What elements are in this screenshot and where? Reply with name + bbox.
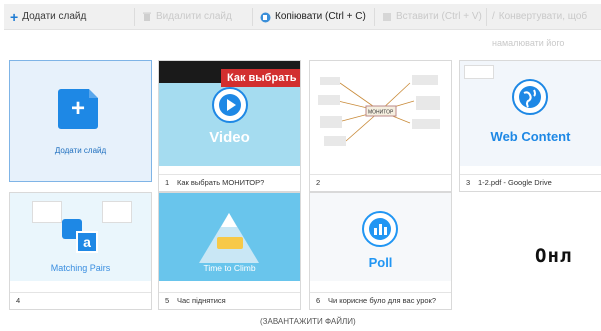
card-left (32, 201, 62, 223)
card-right (102, 201, 132, 223)
slide-thumbnail: Time to Climb (159, 193, 300, 281)
slide-thumbnail: Poll (310, 193, 451, 281)
delete-slide-label: Видалити слайд (156, 11, 232, 22)
slide-caption: 4 (10, 292, 151, 309)
plus-icon: + (10, 9, 19, 25)
mindmap-diagram: МОНИТОР (318, 75, 440, 146)
letter-a-icon: a (76, 231, 98, 253)
slide-caption: 1 Как выбрать МОНИТОР? (159, 174, 300, 191)
slide-tile-time-to-climb[interactable]: Time to Climb 5 Час піднятися (158, 192, 301, 310)
add-document-icon: + (58, 89, 98, 129)
delete-slide-button[interactable]: Видалити слайд (142, 8, 232, 26)
slide-caption: 5 Час піднятися (159, 292, 300, 309)
convert-button[interactable]: / Конвертувати, щоб (492, 8, 587, 26)
slide-tile-mindmap[interactable]: МОНИТОР 2 (309, 60, 452, 192)
slide-caption: 2 (310, 174, 451, 191)
pencil-icon: / (492, 11, 495, 22)
toolbar-divider (374, 8, 375, 26)
slide-tile-poll[interactable]: Poll 6 Чи корисне було для вас урок? (309, 192, 452, 310)
add-slide-tile[interactable]: + Додати слайд (9, 60, 152, 182)
convert-sublabel: намалювати його (492, 38, 565, 48)
slide-title: Video (209, 129, 250, 146)
copy-icon (260, 12, 271, 22)
slide-tile-matching-pairs[interactable]: a Matching Pairs 4 (9, 192, 152, 310)
slide-thumbnail: a Matching Pairs (10, 193, 151, 281)
paste-icon (383, 13, 391, 21)
web-preview-card (464, 65, 494, 79)
slide-caption: 3 1-2.pdf - Google Drive (460, 174, 601, 191)
upload-files-link[interactable]: (ЗАВАНТАЖИТИ ФАЙЛИ) (260, 317, 356, 326)
convert-label: Конвертувати, щоб (498, 11, 588, 22)
slide-tile-video[interactable]: Как выбрать Video 1 Как выбрать МОНИТОР? (158, 60, 301, 192)
slide-caption: 6 Чи корисне було для вас урок? (310, 292, 451, 309)
video-banner: Как выбрать (221, 69, 300, 87)
slide-thumbnail: МОНИТОР (310, 61, 451, 166)
paste-button[interactable]: Вставити (Ctrl + V) (382, 8, 482, 26)
poll-chart-icon (362, 211, 398, 247)
add-slide-tile-label: Додати слайд (54, 146, 107, 155)
globe-icon (512, 79, 548, 115)
paste-label: Вставити (Ctrl + V) (396, 11, 482, 22)
mindmap-center-label: МОНИТОР (368, 110, 394, 116)
copy-button[interactable]: Копіювати (Ctrl + C) (260, 8, 366, 26)
toolbar-divider (252, 8, 253, 26)
slide-thumbnail: Web Content (460, 61, 601, 166)
slide-title: Time to Climb (203, 263, 256, 273)
side-text: Онл (535, 245, 573, 267)
slide-title: Matching Pairs (50, 263, 111, 273)
toolbar-divider (134, 8, 135, 26)
slide-thumbnail: Как выбрать Video (159, 61, 300, 166)
play-icon (212, 87, 248, 123)
toolbar-divider (486, 8, 487, 26)
slide-tile-web-content[interactable]: Web Content 3 1-2.pdf - Google Drive (459, 60, 601, 192)
toolbar: + Додати слайд Видалити слайд Копіювати … (4, 4, 601, 30)
slide-title: Web Content (490, 129, 571, 144)
slide-title: Poll (368, 255, 393, 270)
trash-icon (143, 12, 151, 21)
copy-label: Копіювати (Ctrl + C) (275, 11, 366, 22)
add-slide-label: Додати слайд (22, 11, 87, 22)
add-slide-button[interactable]: + Додати слайд (10, 8, 86, 26)
slide-editor: + Додати слайд Видалити слайд Копіювати … (0, 0, 601, 331)
